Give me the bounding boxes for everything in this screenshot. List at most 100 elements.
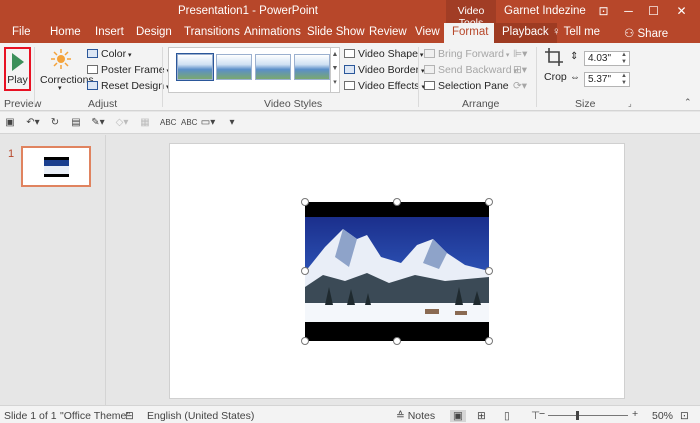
video-shape-button[interactable]: Video Shape ▾ [344, 48, 423, 60]
spelling-icon[interactable]: ABC [160, 117, 176, 129]
gallery-scroll[interactable]: ▲ ▼ ▾ [330, 48, 339, 92]
zoom-level[interactable]: 50% [652, 410, 673, 422]
zoom-slider[interactable] [548, 415, 628, 416]
thesaurus-icon[interactable]: ABC [181, 117, 197, 129]
crop-button[interactable]: Crop [541, 48, 567, 88]
play-button[interactable]: Play [4, 47, 31, 91]
rotate-icon[interactable]: ⟳▾ [513, 80, 527, 92]
tab-view[interactable]: View [415, 26, 440, 38]
slide-sorter-icon[interactable]: ⊞ [477, 410, 486, 422]
format-painter-icon[interactable]: ✎▾ [90, 117, 106, 129]
video-style-thumb[interactable] [216, 54, 252, 80]
redo-icon[interactable]: ↻ [49, 117, 61, 129]
resize-handle[interactable] [393, 337, 401, 345]
sun-icon [51, 49, 71, 69]
height-field[interactable]: 4.03" ▲ ▼ [584, 51, 630, 66]
tab-file[interactable]: File [12, 26, 31, 38]
undo-icon[interactable]: ↶▾ [24, 117, 42, 129]
crop-label: Crop [544, 71, 567, 83]
reset-design-label: Reset Design [101, 80, 165, 92]
width-icon: ⇔ [570, 72, 580, 83]
tab-playback[interactable]: Playback [494, 23, 557, 43]
close-button[interactable]: ✕ [666, 0, 697, 23]
vertical-scrollbar[interactable] [686, 135, 700, 405]
customize-qat-icon[interactable]: ▾ [226, 117, 238, 129]
language-status[interactable]: English (United States) [147, 410, 254, 422]
resize-handle[interactable] [301, 198, 309, 206]
poster-frame-button[interactable]: Poster Frame ▾ [87, 64, 170, 76]
slide-canvas[interactable] [169, 143, 625, 399]
height-value: 4.03" [588, 53, 612, 64]
tab-home[interactable]: Home [50, 26, 81, 38]
size-dialog-launcher-icon[interactable]: ⌟ [628, 99, 632, 108]
spinner-icon[interactable]: ▲ ▼ [621, 52, 627, 66]
reading-view-icon[interactable]: ▯ [504, 410, 510, 422]
resize-handle[interactable] [301, 337, 309, 345]
crop-icon [545, 48, 563, 66]
tab-insert[interactable]: Insert [95, 26, 124, 38]
resize-handle[interactable] [485, 267, 493, 275]
video-style-thumb[interactable] [294, 54, 330, 80]
title-bar: Presentation1 - PowerPoint Video Tools G… [0, 0, 700, 29]
spelling-status-icon[interactable]: ⊟ [125, 410, 134, 422]
group-divider [536, 47, 537, 107]
tab-animations[interactable]: Animations [244, 26, 301, 38]
play-icon [12, 53, 24, 71]
user-name[interactable]: Garnet Indezine [504, 5, 586, 17]
group-icon[interactable]: ⊞▾ [513, 64, 527, 76]
zoom-slider-thumb[interactable] [576, 411, 579, 420]
tell-me-search[interactable]: ♀ Tell me [552, 26, 600, 38]
video-style-thumb[interactable] [255, 54, 291, 80]
tab-review[interactable]: Review [369, 26, 407, 38]
video-styles-gallery[interactable]: ▲ ▼ ▾ [168, 47, 340, 93]
layout-icon[interactable]: ▭▾ [200, 117, 216, 129]
shapes-icon[interactable]: ◇▾ [114, 117, 130, 129]
bring-forward-button[interactable]: Bring Forward ▾ [424, 48, 509, 60]
send-backward-button[interactable]: Send Backward ▾ [424, 64, 517, 76]
tab-transitions[interactable]: Transitions [184, 26, 240, 38]
notes-icon: ≙ [396, 410, 408, 422]
slide-thumbnail[interactable] [21, 146, 91, 187]
video-shape-label: Video Shape [358, 48, 418, 60]
share-button[interactable]: ⚇ Share [624, 26, 668, 40]
notes-button[interactable]: ≙ Notes [396, 410, 435, 422]
video-effects-button[interactable]: Video Effects ▾ [344, 80, 425, 92]
zoom-out-button[interactable]: − [539, 408, 545, 420]
video-border-button[interactable]: Video Border ▾ [344, 64, 425, 76]
video-style-thumb[interactable] [176, 53, 214, 81]
corrections-button[interactable]: Corrections ▾ [40, 47, 94, 95]
color-button[interactable]: Color ▾ [87, 48, 132, 60]
resize-handle[interactable] [393, 198, 401, 206]
tab-design[interactable]: Design [136, 26, 172, 38]
save-icon[interactable]: ▣ [4, 117, 16, 129]
slide-thumbnail-pane: 1 [0, 135, 106, 405]
from-beginning-icon[interactable]: ▤ [70, 117, 82, 129]
align-icon[interactable]: ⊫▾ [513, 48, 527, 60]
chevron-down-icon: ▾ [503, 52, 510, 59]
group-divider [34, 47, 35, 107]
fit-slide-icon[interactable]: ⊡ [680, 410, 689, 422]
reset-design-button[interactable]: Reset Design ▾ [87, 80, 170, 92]
adjust-group-label: Adjust [88, 98, 118, 110]
notes-label: Notes [407, 410, 436, 422]
spinner-icon[interactable]: ▲ ▼ [621, 73, 627, 87]
group-divider [162, 47, 163, 107]
send-backward-label: Send Backward [438, 64, 512, 76]
arrange-icon[interactable]: ▦ [139, 117, 151, 129]
tab-slide-show[interactable]: Slide Show [307, 26, 365, 38]
color-label: Color [101, 48, 127, 60]
share-label: Share [637, 28, 669, 40]
resize-handle[interactable] [485, 198, 493, 206]
video-object[interactable] [305, 202, 489, 341]
tab-format[interactable]: Format [444, 23, 497, 43]
restore-button[interactable]: ☐ [638, 0, 669, 23]
resize-handle[interactable] [301, 267, 309, 275]
collapse-ribbon-icon[interactable]: ⌃ [684, 97, 692, 108]
width-field[interactable]: 5.37" ▲ ▼ [584, 72, 630, 87]
zoom-in-button[interactable]: + [632, 408, 638, 420]
resize-handle[interactable] [485, 337, 493, 345]
selection-pane-button[interactable]: Selection Pane [424, 80, 509, 92]
normal-view-icon[interactable]: ▣ [450, 410, 466, 422]
bring-forward-label: Bring Forward [438, 48, 504, 60]
video-border-label: Video Border [358, 64, 420, 76]
